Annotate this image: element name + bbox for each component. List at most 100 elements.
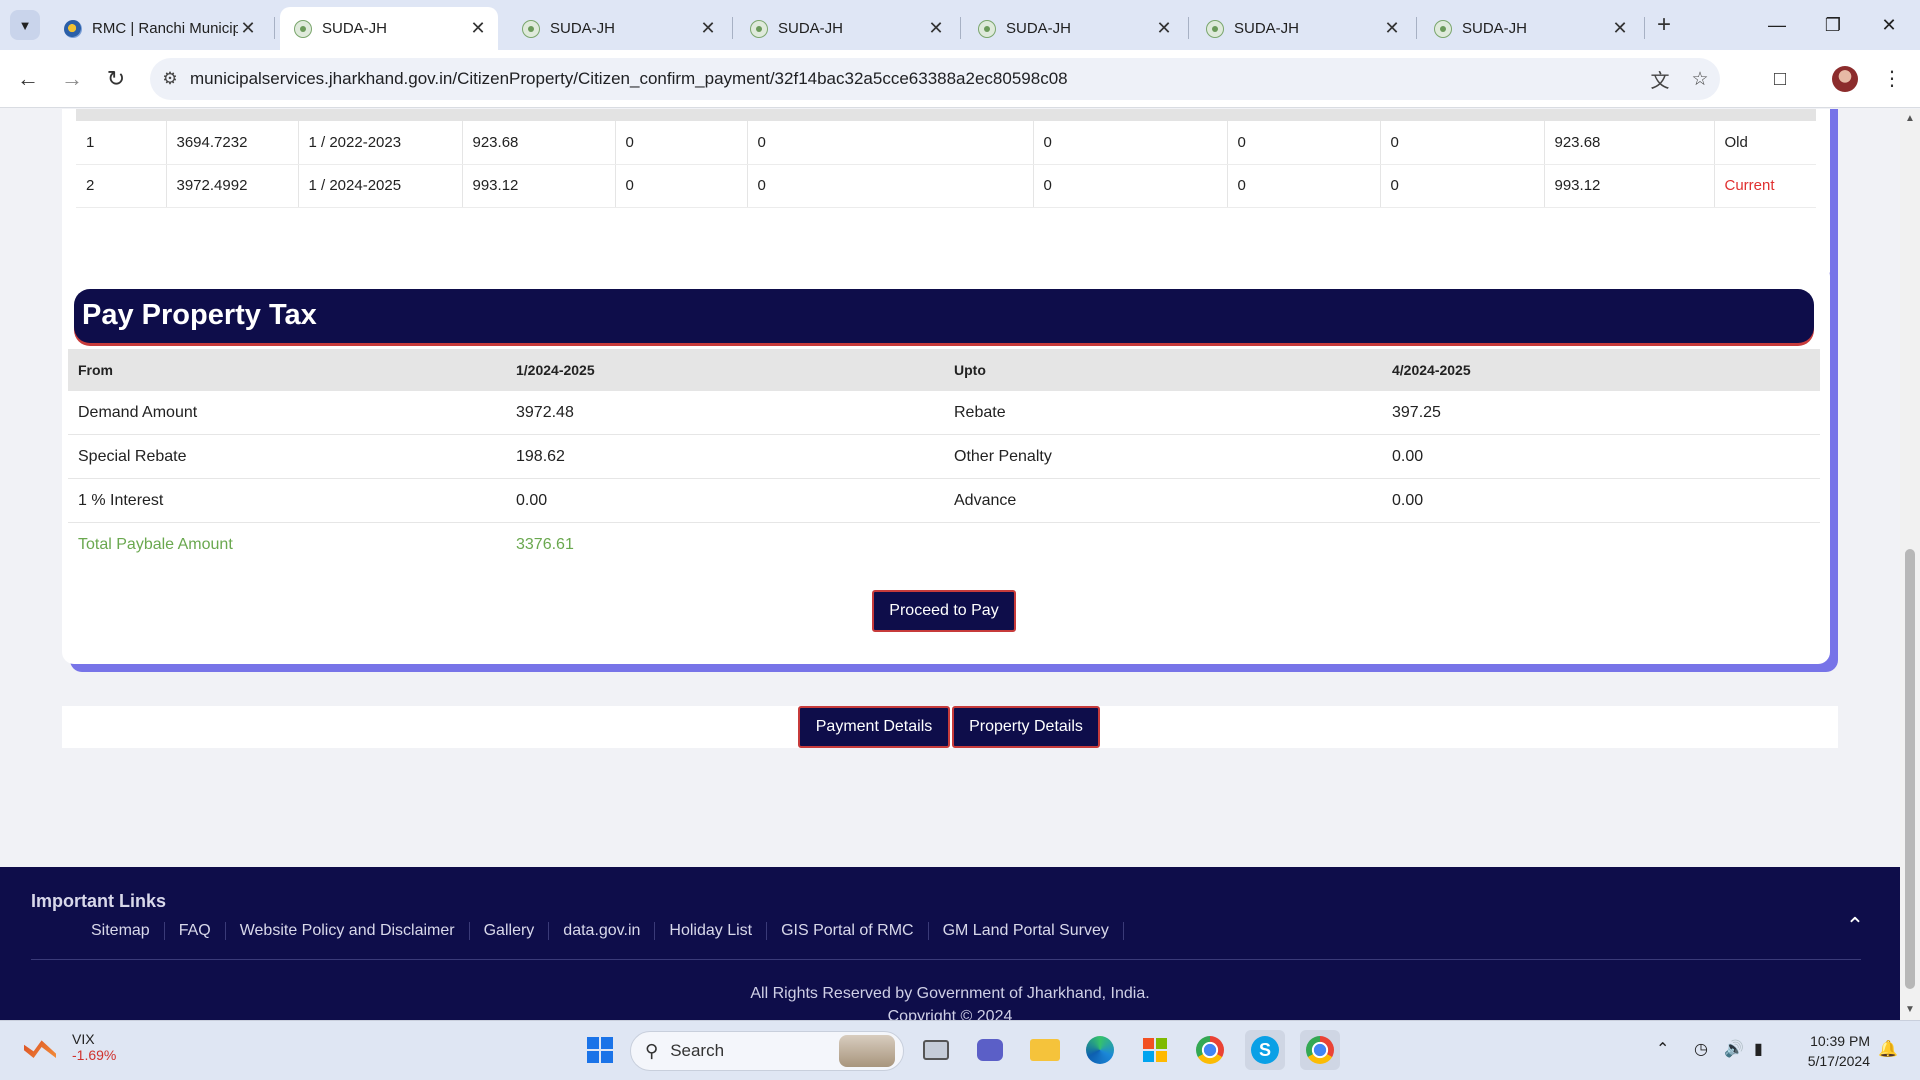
footer-link-holiday-list[interactable]: Holiday List: [655, 922, 768, 940]
close-tab-icon[interactable]: ✕: [1610, 18, 1630, 39]
minimize-button[interactable]: —: [1754, 10, 1800, 40]
plus-icon: +: [1656, 11, 1671, 38]
close-tab-icon[interactable]: ✕: [1154, 18, 1174, 39]
total-payable-label: Total Paybale Amount: [78, 536, 233, 553]
close-window-button[interactable]: ✕: [1866, 10, 1912, 40]
cell-total: 993.12: [1544, 164, 1715, 208]
tab-separator: [732, 17, 733, 39]
close-tab-icon[interactable]: ✕: [926, 18, 946, 39]
suda-favicon-icon: [978, 19, 996, 38]
cell-value: 0: [1033, 164, 1228, 208]
footer-link-gallery[interactable]: Gallery: [470, 922, 550, 940]
footer-link-gis-portal[interactable]: GIS Portal of RMC: [767, 922, 929, 940]
back-button[interactable]: ←: [12, 63, 44, 95]
scroll-down-arrow-icon[interactable]: ▼: [1904, 1004, 1916, 1015]
browser-toolbar: ← → ↻ ⚙ municipalservices.jharkhand.gov.…: [0, 50, 1920, 108]
suda-favicon-icon: [522, 19, 540, 38]
close-tab-icon[interactable]: ✕: [698, 18, 718, 39]
tab-title: SUDA-JH: [1006, 20, 1072, 37]
taskbar-search[interactable]: ⚲ Search: [630, 1031, 904, 1071]
site-footer: Important Links Sitemap FAQ Website Poli…: [0, 867, 1900, 1020]
tab-title: SUDA-JH: [322, 20, 388, 37]
tab-suda[interactable]: SUDA-JH ✕: [1192, 7, 1412, 50]
battery-icon[interactable]: ▮: [1754, 1039, 1763, 1059]
minimize-icon: —: [1768, 15, 1786, 35]
stock-widget[interactable]: VIX -1.69%: [24, 1031, 116, 1063]
bookmark-star-icon[interactable]: ☆: [1680, 68, 1720, 91]
tab-title: SUDA-JH: [1234, 20, 1300, 37]
scroll-to-top-button[interactable]: ⌃: [1840, 911, 1870, 941]
suda-favicon-icon: [750, 19, 768, 38]
tab-suda[interactable]: SUDA-JH ✕: [964, 7, 1184, 50]
proceed-to-pay-button[interactable]: Proceed to Pay: [872, 590, 1016, 632]
close-tab-icon[interactable]: ✕: [468, 18, 488, 39]
tab-suda[interactable]: SUDA-JH ✕: [736, 7, 956, 50]
cell-total: 923.68: [1544, 121, 1715, 165]
cell-arv: 3972.4992: [166, 164, 299, 208]
stock-change: -1.69%: [72, 1047, 117, 1063]
skype-icon[interactable]: S: [1245, 1030, 1285, 1070]
file-explorer-icon[interactable]: [1025, 1030, 1065, 1070]
scrollbar-thumb[interactable]: [1905, 549, 1915, 989]
windows-logo-icon: [587, 1037, 613, 1063]
cell-quarter: 1 / 2022-2023: [298, 121, 463, 165]
start-button[interactable]: [580, 1030, 620, 1070]
cell-value: 0: [1380, 164, 1545, 208]
edge-icon[interactable]: [1080, 1030, 1120, 1070]
cell-quarter: 1 / 2024-2025: [298, 164, 463, 208]
close-tab-icon[interactable]: ✕: [1382, 18, 1402, 39]
cell-holding-tax: 923.68: [462, 121, 616, 165]
tab-search-button[interactable]: ▼: [10, 10, 40, 40]
from-value: 1/2024-2025: [516, 362, 595, 378]
tab-separator: [1644, 17, 1645, 39]
tab-title: SUDA-JH: [550, 20, 616, 37]
new-tab-button[interactable]: +: [1650, 12, 1678, 40]
task-view-icon[interactable]: [916, 1030, 956, 1070]
show-hidden-icons-icon[interactable]: ⌃: [1656, 1039, 1669, 1059]
page-scrollbar[interactable]: ▲ ▼: [1900, 109, 1920, 1020]
tab-rmc[interactable]: RMC | Ranchi Municipal ✕: [50, 7, 268, 50]
chrome-active-icon[interactable]: [1300, 1030, 1340, 1070]
tab-suda[interactable]: SUDA-JH ✕: [508, 7, 728, 50]
summary-row: 1 % Interest 0.00 Advance 0.00: [68, 479, 1820, 523]
special-rebate-value: 198.62: [516, 447, 565, 465]
cell-value: 0: [1033, 121, 1228, 165]
upto-value: 4/2024-2025: [1392, 362, 1471, 378]
copyright-text: Copyright © 2024: [887, 1008, 1013, 1020]
volume-icon[interactable]: 🔊: [1724, 1039, 1744, 1059]
upto-label: Upto: [954, 362, 986, 378]
footer-link-faq[interactable]: FAQ: [165, 922, 226, 940]
total-row: Total Paybale Amount 3376.61: [68, 523, 1820, 567]
store-icon[interactable]: [1135, 1030, 1175, 1070]
forward-button[interactable]: →: [56, 63, 88, 95]
clock[interactable]: 10:39 PM 5/17/2024: [1790, 1031, 1870, 1071]
footer-link-policy[interactable]: Website Policy and Disclaimer: [226, 922, 470, 940]
profile-avatar[interactable]: [1832, 66, 1858, 92]
tab-suda-active[interactable]: SUDA-JH ✕: [280, 7, 498, 50]
payment-details-button[interactable]: Payment Details: [798, 706, 950, 748]
wifi-icon[interactable]: ◷: [1694, 1039, 1708, 1059]
close-tab-icon[interactable]: ✕: [238, 18, 258, 39]
restore-button[interactable]: ❐: [1810, 10, 1856, 40]
teams-icon[interactable]: [970, 1030, 1010, 1070]
chrome-icon[interactable]: [1190, 1030, 1230, 1070]
footer-link-sitemap[interactable]: Sitemap: [77, 922, 165, 940]
extensions-icon[interactable]: □: [1764, 63, 1796, 95]
address-bar[interactable]: ⚙ municipalservices.jharkhand.gov.in/Cit…: [150, 58, 1720, 100]
cell-value: 0: [1227, 164, 1381, 208]
property-details-button[interactable]: Property Details: [952, 706, 1100, 748]
scroll-up-arrow-icon[interactable]: ▲: [1904, 113, 1916, 124]
footer-link-datagov[interactable]: data.gov.in: [549, 922, 656, 940]
cell-value: 0: [1227, 121, 1381, 165]
tab-separator: [960, 17, 961, 39]
site-info-icon[interactable]: ⚙: [150, 69, 190, 89]
reload-button[interactable]: ↻: [100, 63, 132, 95]
table-header-strip: [76, 109, 1816, 121]
url-text[interactable]: municipalservices.jharkhand.gov.in/Citiz…: [190, 69, 1640, 89]
tab-suda[interactable]: SUDA-JH ✕: [1420, 7, 1640, 50]
menu-kebab-icon[interactable]: ⋮: [1876, 63, 1908, 95]
cell-status: Old: [1714, 121, 1816, 165]
footer-link-land-portal[interactable]: GM Land Portal Survey: [929, 922, 1124, 940]
notification-bell-icon[interactable]: 🔔: [1878, 1039, 1898, 1059]
translate-icon[interactable]: 文: [1640, 66, 1680, 93]
